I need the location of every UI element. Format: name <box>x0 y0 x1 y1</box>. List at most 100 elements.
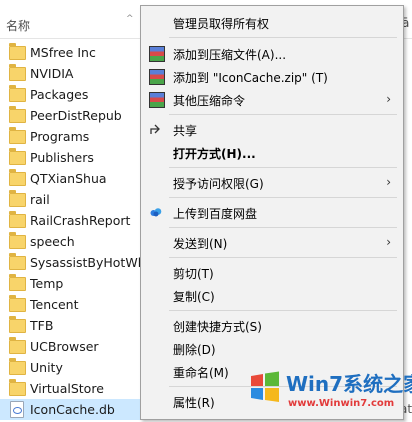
watermark: Win7系统之家 www.Winwin7.com <box>248 368 412 416</box>
file-name: Publishers <box>30 150 94 165</box>
list-item[interactable]: Temp <box>0 273 140 294</box>
menu-item-label: 创建快捷方式(S) <box>173 320 262 334</box>
list-item[interactable]: NVIDIA <box>0 63 140 84</box>
folder-icon <box>9 232 26 249</box>
file-name: RailCrashReport <box>30 213 131 228</box>
list-item[interactable]: Programs <box>0 126 140 147</box>
menu-separator <box>169 310 397 311</box>
file-name: rail <box>30 192 50 207</box>
watermark-title: Win7系统之家 <box>286 372 412 396</box>
menu-item-label: 发送到(N) <box>173 237 228 251</box>
menu-separator <box>169 114 397 115</box>
file-name: TFB <box>30 318 54 333</box>
menu-item-open-with[interactable]: 打开方式(H)... <box>141 141 403 163</box>
winrar-icon <box>149 92 165 108</box>
context-menu: 管理员取得所有权 添加到压缩文件(A)... 添加到 "IconCache.zi… <box>140 5 404 420</box>
list-item[interactable]: PeerDistRepub <box>0 105 140 126</box>
menu-item-create-shortcut[interactable]: 创建快捷方式(S) <box>141 314 403 336</box>
folder-icon <box>9 169 26 186</box>
share-icon <box>149 122 163 136</box>
folder-icon <box>9 43 26 60</box>
list-item[interactable]: MSfree Inc <box>0 42 140 63</box>
file-name: Temp <box>30 276 64 291</box>
menu-separator <box>169 197 397 198</box>
menu-item-send-to[interactable]: 发送到(N) › <box>141 231 403 253</box>
folder-icon <box>9 253 26 270</box>
menu-item-copy[interactable]: 复制(C) <box>141 284 403 306</box>
file-name: SysassistByHotWheel <box>30 255 140 270</box>
file-name: VirtualStore <box>30 381 104 396</box>
windows-logo-icon <box>248 370 282 404</box>
winrar-icon <box>149 46 165 62</box>
menu-item-add-to-zip[interactable]: 添加到 "IconCache.zip" (T) <box>141 65 403 87</box>
menu-item-label: 打开方式(H)... <box>173 147 256 161</box>
file-name: QTXianShua <box>30 171 107 186</box>
database-file-icon <box>10 401 24 418</box>
menu-item-other-compress[interactable]: 其他压缩命令 › <box>141 88 403 110</box>
menu-item-cut[interactable]: 剪切(T) <box>141 261 403 283</box>
file-name: Tencent <box>30 297 79 312</box>
file-name: Unity <box>30 360 63 375</box>
file-name: MSfree Inc <box>30 45 96 60</box>
file-name: Programs <box>30 129 90 144</box>
list-item[interactable]: Packages <box>0 84 140 105</box>
menu-item-delete[interactable]: 删除(D) <box>141 337 403 359</box>
name-column-header[interactable]: 名称 <box>6 17 30 34</box>
menu-separator <box>169 227 397 228</box>
folder-icon <box>9 295 26 312</box>
menu-item-label: 复制(C) <box>173 290 215 304</box>
file-name: PeerDistRepub <box>30 108 122 123</box>
list-item[interactable]: UCBrowser <box>0 336 140 357</box>
list-item[interactable]: RailCrashReport <box>0 210 140 231</box>
file-name: UCBrowser <box>30 339 99 354</box>
menu-item-label: 添加到压缩文件(A)... <box>173 48 287 62</box>
folder-icon <box>9 148 26 165</box>
menu-item-label: 属性(R) <box>173 396 215 410</box>
list-item[interactable]: speech <box>0 231 140 252</box>
menu-item-upload-baidu[interactable]: 上传到百度网盘 <box>141 201 403 223</box>
menu-item-label: 授予访问权限(G) <box>173 177 264 191</box>
list-item[interactable]: VirtualStore <box>0 378 140 399</box>
folder-icon <box>9 316 26 333</box>
list-item[interactable]: rail <box>0 189 140 210</box>
menu-separator <box>169 257 397 258</box>
list-item[interactable]: TFB <box>0 315 140 336</box>
menu-item-label: 上传到百度网盘 <box>173 207 258 221</box>
chevron-right-icon: › <box>386 235 391 249</box>
list-item[interactable]: Tencent <box>0 294 140 315</box>
folder-icon <box>9 379 26 396</box>
menu-item-label: 剪切(T) <box>173 267 214 281</box>
folder-icon <box>9 337 26 354</box>
file-name: Packages <box>30 87 89 102</box>
folder-icon <box>9 64 26 81</box>
menu-item-share[interactable]: 共享 <box>141 118 403 140</box>
chevron-right-icon: › <box>386 92 391 106</box>
file-name: IconCache.db <box>30 402 115 417</box>
menu-separator <box>169 167 397 168</box>
menu-item-label: 添加到 "IconCache.zip" (T) <box>173 71 328 85</box>
folder-icon <box>9 106 26 123</box>
menu-item-label: 重命名(M) <box>173 366 229 380</box>
menu-separator <box>169 37 397 38</box>
list-item[interactable]: SysassistByHotWheel <box>0 252 140 273</box>
folder-icon <box>9 211 26 228</box>
sort-up-icon: ^ <box>126 14 134 24</box>
menu-item-take-ownership[interactable]: 管理员取得所有权 <box>141 11 403 33</box>
list-item[interactable]: QTXianShua <box>0 168 140 189</box>
list-item[interactable]: Unity <box>0 357 140 378</box>
winrar-icon <box>149 69 165 85</box>
folder-icon <box>9 190 26 207</box>
list-item[interactable]: Publishers <box>0 147 140 168</box>
menu-item-grant-access[interactable]: 授予访问权限(G) › <box>141 171 403 193</box>
folder-icon <box>9 127 26 144</box>
menu-item-label: 管理员取得所有权 <box>173 17 270 31</box>
folder-icon <box>9 358 26 375</box>
folder-icon <box>9 85 26 102</box>
list-item-selected[interactable]: IconCache.db <box>0 399 140 420</box>
baidu-cloud-icon <box>149 205 163 219</box>
menu-item-add-to-archive[interactable]: 添加到压缩文件(A)... <box>141 42 403 64</box>
menu-item-label: 删除(D) <box>173 343 216 357</box>
menu-item-label: 共享 <box>173 124 198 138</box>
watermark-url: www.Winwin7.com <box>288 398 395 409</box>
menu-item-label: 其他压缩命令 <box>173 94 246 108</box>
